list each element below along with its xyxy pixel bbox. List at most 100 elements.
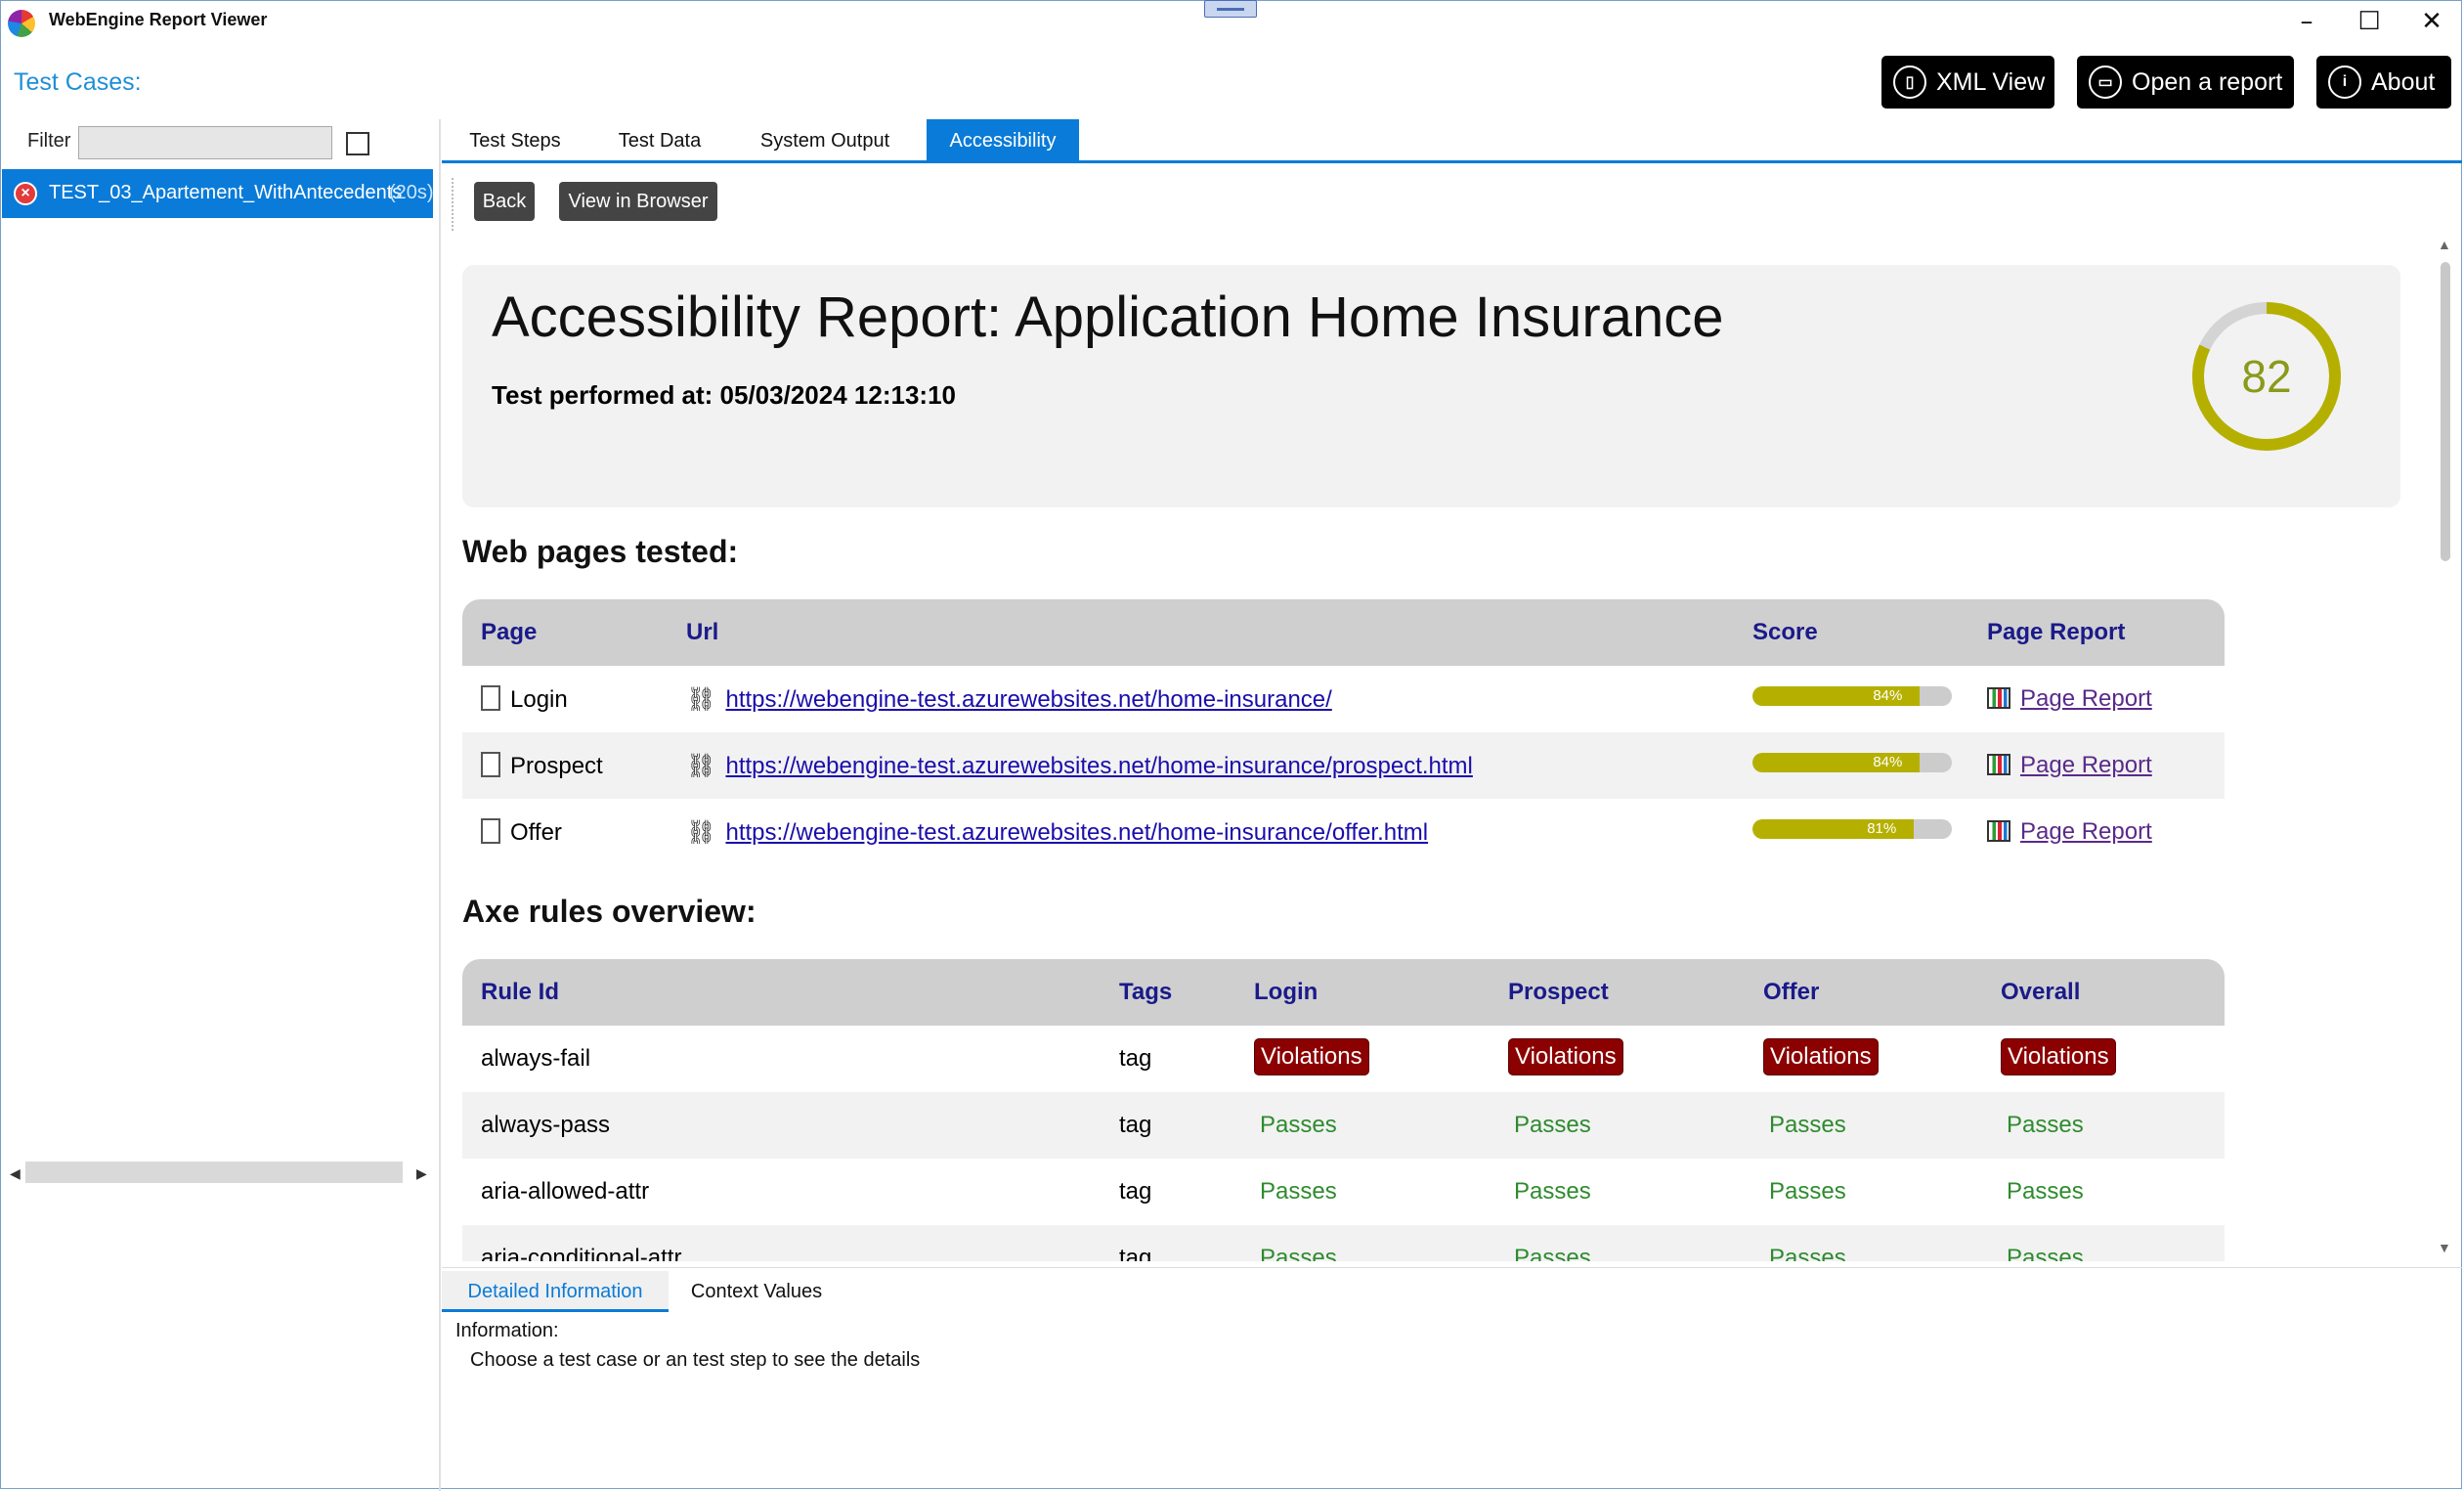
open-report-button[interactable]: ▭ Open a report (2077, 56, 2294, 109)
page-name: Offer (510, 819, 562, 846)
xml-view-label: XML View (1936, 67, 2046, 96)
page-report-link[interactable]: Page Report (2020, 818, 2152, 845)
page-url-link[interactable]: https://webengine-test.azurewebsites.net… (725, 686, 1331, 713)
rules-table: Rule Id Tags Login Prospect Offer Overal… (462, 959, 2225, 1261)
score-bar: 84% (1752, 753, 1952, 772)
rule-tag: tag (1119, 1178, 1152, 1205)
col-url: Url (686, 619, 719, 645)
window-drag-handle[interactable] (1204, 0, 1257, 18)
test-cases-label: Test Cases: (14, 68, 142, 96)
page-url-link[interactable]: https://webengine-test.azurewebsites.net… (725, 753, 1472, 779)
about-button[interactable]: i About (2316, 56, 2451, 109)
rule-prospect-status: Passes (1514, 1245, 1591, 1261)
scroll-right-arrow-icon[interactable]: ▶ (416, 1165, 427, 1182)
xml-view-button[interactable]: ▯ XML View (1881, 56, 2054, 109)
bar-chart-icon (1987, 687, 2010, 709)
rule-id: aria-conditional-attr (481, 1245, 682, 1261)
page-report-cell: Page Report (1987, 752, 2152, 779)
score-bar-label: 84% (1873, 687, 1903, 704)
page-url-cell: ⛓ https://webengine-test.azurewebsites.ne… (686, 685, 1332, 714)
rule-prospect-status: Passes (1514, 1178, 1591, 1205)
rule-tag: tag (1119, 1045, 1152, 1072)
rule-tag: tag (1119, 1245, 1152, 1261)
panel-divider[interactable] (439, 119, 441, 1491)
report-header-card: Accessibility Report: Application Home I… (462, 265, 2400, 507)
filter-checkbox[interactable] (346, 132, 369, 155)
details-separator[interactable] (442, 1267, 2462, 1268)
page-url-link[interactable]: https://webengine-test.azurewebsites.net… (725, 819, 1428, 846)
close-button[interactable]: ✕ (2402, 4, 2461, 39)
pages-table: Page Url Score Page Report Login ⛓ https:/… (462, 599, 2225, 865)
rules-table-header: Rule Id Tags Login Prospect Offer Overal… (462, 959, 2225, 1026)
col-score: Score (1752, 619, 1818, 645)
tab-test-data[interactable]: Test Data (606, 119, 713, 162)
about-label: About (2371, 67, 2436, 96)
page-url-cell: ⛓ https://webengine-test.azurewebsites.ne… (686, 818, 1428, 847)
col-page-report: Page Report (1987, 619, 2126, 645)
vertical-scrollbar-thumb[interactable] (2441, 262, 2450, 561)
rule-overall-status: Passes (2007, 1112, 2084, 1138)
link-icon: ⛓ (686, 685, 716, 713)
test-case-item[interactable]: × TEST_03_Apartement_WithAntecedents (20… (2, 169, 434, 218)
scroll-up-arrow-icon[interactable]: ▲ (2438, 237, 2451, 252)
maximize-button[interactable]: ☐ (2340, 4, 2399, 39)
horizontal-scrollbar[interactable] (25, 1162, 403, 1183)
page-name: Prospect (510, 753, 603, 779)
scroll-left-arrow-icon[interactable]: ◀ (10, 1165, 21, 1182)
filter-input[interactable] (78, 126, 332, 159)
rule-overall-status: Violations (2001, 1038, 2116, 1075)
information-text: Choose a test case or an test step to se… (470, 1349, 921, 1371)
score-bar: 81% (1752, 819, 1952, 839)
tab-accessibility[interactable]: Accessibility (927, 119, 1079, 162)
tab-detailed-information[interactable]: Detailed Information (442, 1271, 669, 1312)
report-viewport[interactable]: Accessibility Report: Application Home I… (442, 235, 2436, 1261)
tab-test-steps[interactable]: Test Steps (457, 119, 573, 162)
rule-id: always-pass (481, 1112, 611, 1138)
app-title: WebEngine Report Viewer (49, 10, 268, 29)
col-page: Page (481, 619, 538, 645)
page-name: Login (510, 686, 568, 713)
document-icon (481, 752, 500, 777)
rule-row: always-fail tag Violations Violations Violat… (462, 1026, 2225, 1092)
folder-open-icon: ▭ (2089, 66, 2122, 99)
minimize-button[interactable]: – (2277, 4, 2336, 39)
view-in-browser-button[interactable]: View in Browser (559, 182, 717, 221)
pages-table-header: Page Url Score Page Report (462, 599, 2225, 666)
col-offer: Offer (1763, 979, 1820, 1005)
page-report-link[interactable]: Page Report (2020, 685, 2152, 712)
rule-id: always-fail (481, 1045, 591, 1072)
information-label: Information: (455, 1320, 559, 1341)
score-bar-label: 81% (1867, 820, 1897, 837)
bar-chart-icon (1987, 754, 2010, 775)
toolbar-grip[interactable] (452, 178, 459, 231)
rule-offer-status: Passes (1769, 1112, 1846, 1138)
col-tags: Tags (1119, 979, 1173, 1005)
title-bar[interactable]: WebEngine Report Viewer – ☐ ✕ (0, 0, 2464, 45)
score-bar: 84% (1752, 686, 1952, 706)
scroll-down-arrow-icon[interactable]: ▼ (2438, 1240, 2451, 1255)
rule-offer-status: Passes (1769, 1178, 1846, 1205)
tab-system-output[interactable]: System Output (745, 119, 905, 162)
page-report-link[interactable]: Page Report (2020, 752, 2152, 778)
rule-overall-status: Passes (2007, 1178, 2084, 1205)
rule-login-status: Passes (1260, 1178, 1337, 1205)
score-value: 82 (2241, 351, 2292, 402)
page-row: Offer ⛓ https://webengine-test.azurewebsit… (462, 799, 2225, 865)
test-case-duration: (20s) (389, 182, 434, 203)
page-row: Prospect ⛓ https://webengine-test.azureweb… (462, 732, 2225, 799)
tab-context-values[interactable]: Context Values (684, 1271, 829, 1312)
col-overall: Overall (2001, 979, 2081, 1005)
pages-table-body: Login ⛓ https://webengine-test.azurewebsit… (462, 666, 2225, 865)
tab-underline (442, 160, 2462, 163)
rule-offer-status: Violations (1763, 1038, 1879, 1075)
open-report-label: Open a report (2132, 67, 2283, 96)
rule-prospect-status: Passes (1514, 1112, 1591, 1138)
rule-login-status: Passes (1260, 1245, 1337, 1261)
link-icon: ⛓ (686, 818, 716, 846)
page-report-cell: Page Report (1987, 685, 2152, 713)
bar-chart-icon (1987, 820, 2010, 842)
page-name-cell: Login (481, 685, 568, 714)
rule-login-status: Violations (1254, 1038, 1369, 1075)
page-name-cell: Offer (481, 818, 562, 847)
back-button[interactable]: Back (474, 182, 535, 221)
